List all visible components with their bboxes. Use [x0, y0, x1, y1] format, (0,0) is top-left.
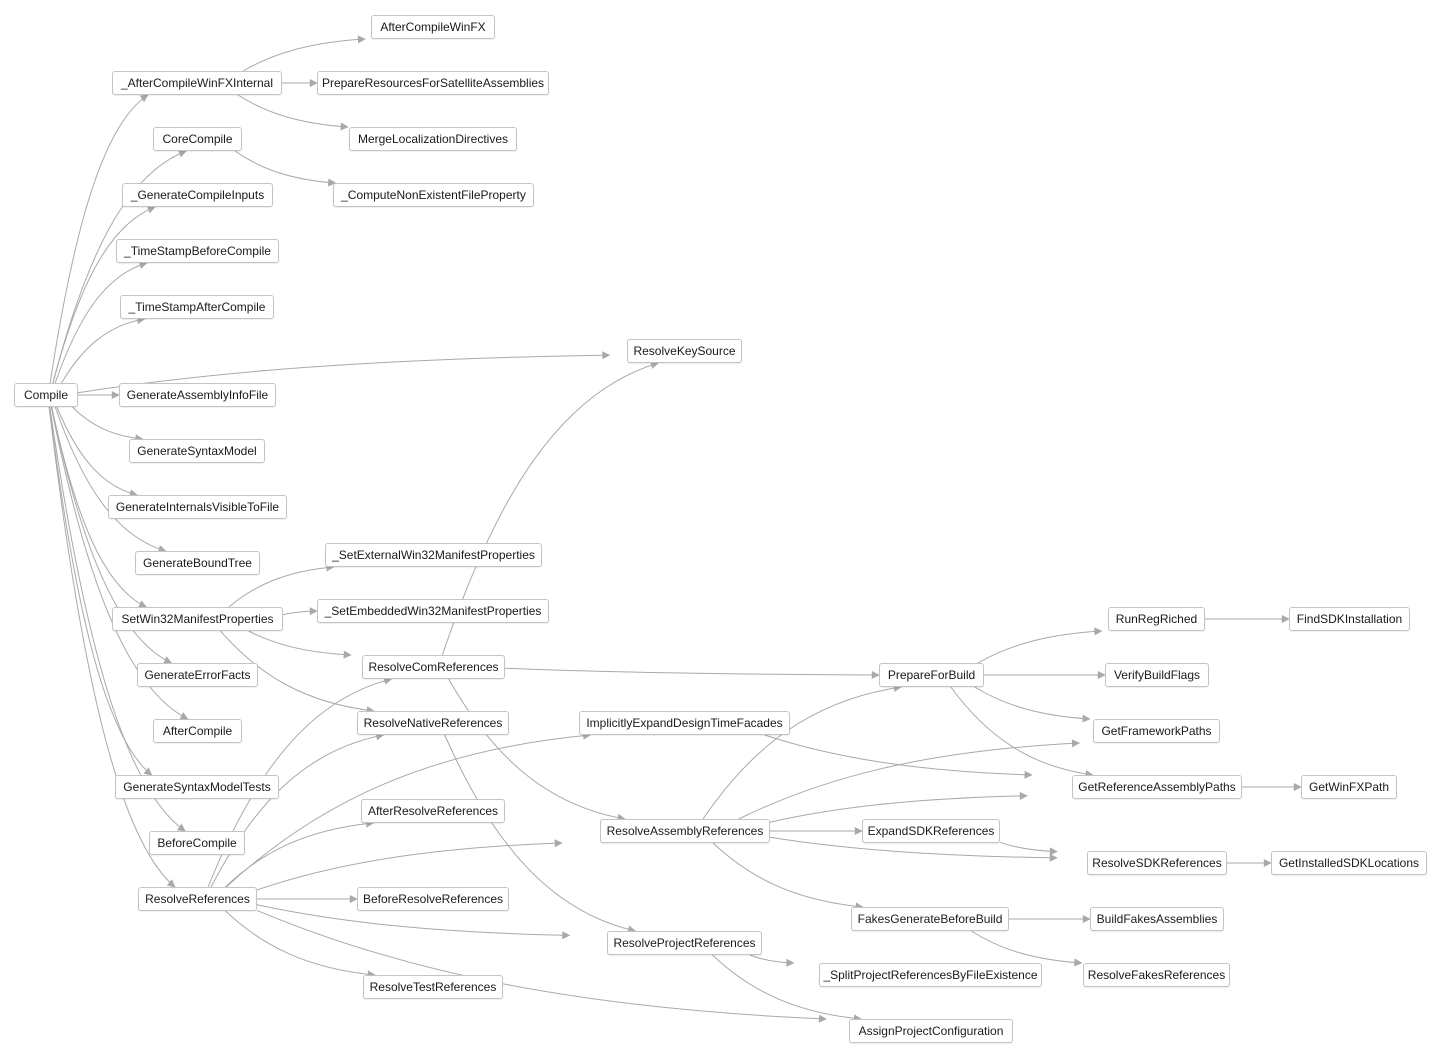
node-prepare-for-build[interactable]: PrepareForBuild — [879, 663, 984, 687]
edge-resolve-com-references-to-resolve-assembly-references — [448, 678, 626, 822]
node-fakes-generate-before-build[interactable]: FakesGenerateBeforeBuild — [851, 907, 1009, 931]
edge-resolve-com-references-to-prepare-for-build — [504, 667, 880, 679]
edge-resolve-project-references-to-split-project-references-by-file-existence — [749, 954, 795, 967]
node-set-embedded-win32-manifest-properties[interactable]: _SetEmbeddedWin32ManifestProperties — [317, 599, 549, 623]
node-build-fakes-assemblies[interactable]: BuildFakesAssemblies — [1090, 907, 1224, 931]
node-time-stamp-before-compile[interactable]: _TimeStampBeforeCompile — [116, 239, 279, 263]
edge-resolve-assembly-references-to-prepare-for-build — [702, 684, 902, 820]
node-generate-compile-inputs[interactable]: _GenerateCompileInputs — [122, 183, 273, 207]
node-set-external-win32-manifest-properties[interactable]: _SetExternalWin32ManifestProperties — [325, 543, 542, 567]
node-generate-error-facts[interactable]: GenerateErrorFacts — [137, 663, 258, 687]
node-resolve-references[interactable]: ResolveReferences — [138, 887, 257, 911]
edge-compile-to-generate-internals-visible-to-file — [56, 406, 138, 498]
node-after-compile-win-fx-internal[interactable]: _AfterCompileWinFXInternal — [112, 71, 282, 95]
node-generate-syntax-model[interactable]: GenerateSyntaxModel — [129, 439, 265, 463]
node-get-installed-sdk-locations[interactable]: GetInstalledSDKLocations — [1271, 851, 1427, 875]
edge-expand-sdk-references-to-resolve-sdk-references — [999, 841, 1058, 856]
edge-compile-to-generate-syntax-model — [72, 406, 144, 443]
edge-core-compile-to-compute-non-existent-file-property — [234, 150, 337, 187]
node-core-compile[interactable]: CoreCompile — [153, 127, 242, 151]
node-set-win32-manifest-properties[interactable]: SetWin32ManifestProperties — [112, 607, 283, 631]
node-run-reg-riched[interactable]: RunRegRiched — [1108, 607, 1205, 631]
node-generate-bound-tree[interactable]: GenerateBoundTree — [135, 551, 260, 575]
edge-resolve-assembly-references-to-get-framework-paths — [738, 739, 1080, 820]
edge-prepare-for-build-to-get-reference-assembly-paths — [950, 686, 1094, 778]
node-split-project-references-by-file-existence[interactable]: _SplitProjectReferencesByFileExistence — [819, 963, 1042, 987]
edge-resolve-references-to-assign-project-configuration — [256, 909, 827, 1023]
node-resolve-test-references[interactable]: ResolveTestReferences — [363, 975, 503, 999]
edge-prepare-for-build-to-run-reg-riched — [977, 627, 1103, 664]
edge-resolve-references-to-resolve-native-references — [210, 732, 385, 888]
node-generate-assembly-info-file[interactable]: GenerateAssemblyInfoFile — [119, 383, 276, 407]
edge-resolve-assembly-references-to-fakes-generate-before-build — [712, 842, 864, 911]
edge-set-win32-manifest-properties-to-resolve-com-references — [248, 630, 352, 659]
edge-compile-to-resolve-references — [48, 406, 176, 888]
node-after-resolve-references[interactable]: AfterResolveReferences — [361, 799, 505, 823]
node-resolve-assembly-references[interactable]: ResolveAssemblyReferences — [600, 819, 770, 843]
node-get-win-fx-path[interactable]: GetWinFXPath — [1301, 775, 1397, 799]
node-resolve-sdk-references[interactable]: ResolveSDKReferences — [1087, 851, 1227, 875]
node-generate-syntax-model-tests[interactable]: GenerateSyntaxModelTests — [115, 775, 279, 799]
node-after-compile-win-fx[interactable]: AfterCompileWinFX — [371, 15, 495, 39]
node-assign-project-configuration[interactable]: AssignProjectConfiguration — [849, 1019, 1013, 1043]
edge-compile-to-time-stamp-after-compile — [61, 316, 146, 384]
node-merge-localization-directives[interactable]: MergeLocalizationDirectives — [349, 127, 517, 151]
edge-prepare-for-build-to-get-framework-paths — [974, 686, 1091, 723]
node-verify-build-flags[interactable]: VerifyBuildFlags — [1105, 663, 1209, 687]
dependency-graph: AfterCompileWinFX _AfterCompileWinFXInter… — [0, 0, 1439, 1057]
node-get-reference-assembly-paths[interactable]: GetReferenceAssemblyPaths — [1072, 775, 1242, 799]
node-get-framework-paths[interactable]: GetFrameworkPaths — [1093, 719, 1220, 743]
edge-compile-to-generate-bound-tree — [54, 406, 167, 553]
node-prepare-resources-for-satellite-assemblies[interactable]: PrepareResourcesForSatelliteAssemblies — [317, 71, 549, 95]
edge-after-compile-win-fx-internal-to-merge-localization-directives — [237, 94, 349, 131]
node-after-compile[interactable]: AfterCompile — [153, 719, 242, 743]
edge-after-compile-win-fx-internal-to-after-compile-win-fx — [242, 35, 366, 72]
node-implicitly-expand-design-time-facades[interactable]: ImplicitlyExpandDesignTimeFacades — [579, 711, 790, 735]
node-expand-sdk-references[interactable]: ExpandSDKReferences — [862, 819, 1000, 843]
edge-implicitly-expand-design-time-facades-to-get-reference-assembly-paths — [764, 734, 1033, 779]
edge-fakes-generate-before-build-to-resolve-fakes-references — [971, 930, 1083, 967]
edge-resolve-references-to-resolve-assembly-references — [256, 839, 563, 891]
node-resolve-key-source[interactable]: ResolveKeySource — [627, 339, 742, 363]
node-generate-internals-visible-to-file[interactable]: GenerateInternalsVisibleToFile — [108, 495, 287, 519]
node-before-resolve-references[interactable]: BeforeResolveReferences — [357, 887, 509, 911]
node-before-compile[interactable]: BeforeCompile — [149, 831, 245, 855]
node-time-stamp-after-compile[interactable]: _TimeStampAfterCompile — [120, 295, 274, 319]
node-resolve-fakes-references[interactable]: ResolveFakesReferences — [1083, 963, 1230, 987]
node-resolve-com-references[interactable]: ResolveComReferences — [362, 655, 505, 679]
edge-set-win32-manifest-properties-to-set-embedded-win32-manifest-properties — [282, 607, 318, 616]
node-find-sdk-installation[interactable]: FindSDKInstallation — [1289, 607, 1410, 631]
node-compile[interactable]: Compile — [14, 383, 78, 407]
node-resolve-project-references[interactable]: ResolveProjectReferences — [607, 931, 762, 955]
node-resolve-native-references[interactable]: ResolveNativeReferences — [357, 711, 509, 735]
edge-compile-to-time-stamp-before-compile — [54, 261, 148, 384]
node-compute-non-existent-file-property[interactable]: _ComputeNonExistentFileProperty — [333, 183, 534, 207]
